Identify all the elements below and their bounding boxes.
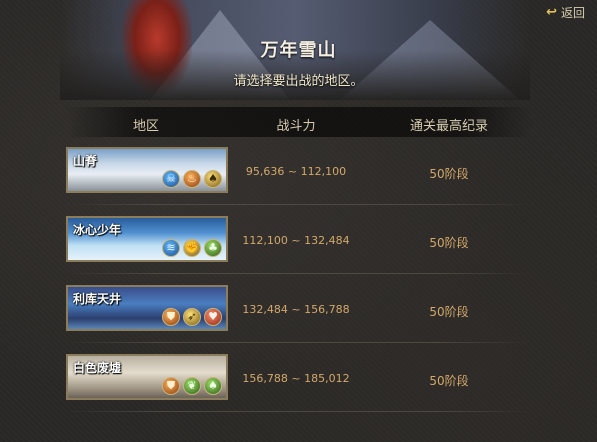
power-range: 156,788 ~ 185,012 [242, 372, 350, 385]
region-thumbnail[interactable]: 冰心少年 ≋ ✊ ♣ [66, 216, 228, 262]
row-divider [66, 204, 532, 205]
region-thumbnail[interactable]: 利库天井 ⛊ ➶ ♥ [66, 285, 228, 331]
region-name: 冰心少年 [73, 223, 122, 237]
region-row-liku[interactable]: 利库天井 ⛊ ➶ ♥ 132,484 ~ 156,788 50阶段 [66, 275, 532, 343]
region-name: 白色废墟 [73, 361, 122, 375]
region-icons: ⛊ ❦ ♠ [162, 377, 222, 395]
region-row-ridge[interactable]: 山脊 ☠ ♨ ♠ 95,636 ~ 112,100 50阶段 [66, 137, 532, 205]
region-name: 山脊 [73, 154, 98, 168]
orange-shield-icon: ⛊ [162, 308, 180, 326]
region-icons: ☠ ♨ ♠ [162, 170, 222, 188]
green-club-icon: ♣ [204, 239, 222, 257]
best-record: 50阶段 [429, 374, 469, 388]
back-button[interactable]: ↩ 返回 [546, 4, 585, 21]
best-record: 50阶段 [429, 167, 469, 181]
red-heart-icon: ♥ [204, 308, 222, 326]
gold-boot-icon: ➶ [183, 308, 201, 326]
best-record: 50阶段 [429, 305, 469, 319]
column-header-region: 地区 [132, 119, 159, 134]
region-row-white-ruins[interactable]: 白色废墟 ⛊ ❦ ♠ 156,788 ~ 185,012 50阶段 [66, 344, 532, 412]
region-icons: ≋ ✊ ♣ [162, 239, 222, 257]
green-spade-icon: ♠ [204, 377, 222, 395]
row-divider [66, 273, 532, 274]
table-header: 地区 战斗力 通关最高纪录 [66, 107, 532, 137]
column-header-power: 战斗力 [276, 119, 316, 134]
back-label: 返回 [560, 6, 585, 20]
row-divider [66, 342, 532, 343]
region-thumbnail[interactable]: 山脊 ☠ ♨ ♠ [66, 147, 228, 193]
best-record: 50阶段 [429, 236, 469, 250]
region-row-ice-heart[interactable]: 冰心少年 ≋ ✊ ♣ 112,100 ~ 132,484 50阶段 [66, 206, 532, 274]
page-subtitle: 请选择要出战的地区。 [233, 74, 364, 89]
power-range: 132,484 ~ 156,788 [242, 303, 350, 316]
back-arrow-icon: ↩ [546, 5, 557, 20]
row-divider [66, 411, 532, 412]
power-range: 112,100 ~ 132,484 [242, 234, 350, 247]
page-title: 万年雪山 [260, 40, 337, 61]
region-thumbnail[interactable]: 白色废墟 ⛊ ❦ ♠ [66, 354, 228, 400]
column-header-record: 通关最高纪录 [409, 119, 488, 134]
gold-fist-icon: ✊ [183, 239, 201, 257]
green-leaf-icon: ❦ [183, 377, 201, 395]
orange-shield-icon: ⛊ [162, 377, 180, 395]
region-name: 利库天井 [73, 292, 122, 306]
gold-spade-icon: ♠ [204, 170, 222, 188]
blue-skull-icon: ☠ [162, 170, 180, 188]
orange-flame-icon: ♨ [183, 170, 201, 188]
blue-wave-icon: ≋ [162, 239, 180, 257]
region-icons: ⛊ ➶ ♥ [162, 308, 222, 326]
power-range: 95,636 ~ 112,100 [245, 165, 347, 178]
